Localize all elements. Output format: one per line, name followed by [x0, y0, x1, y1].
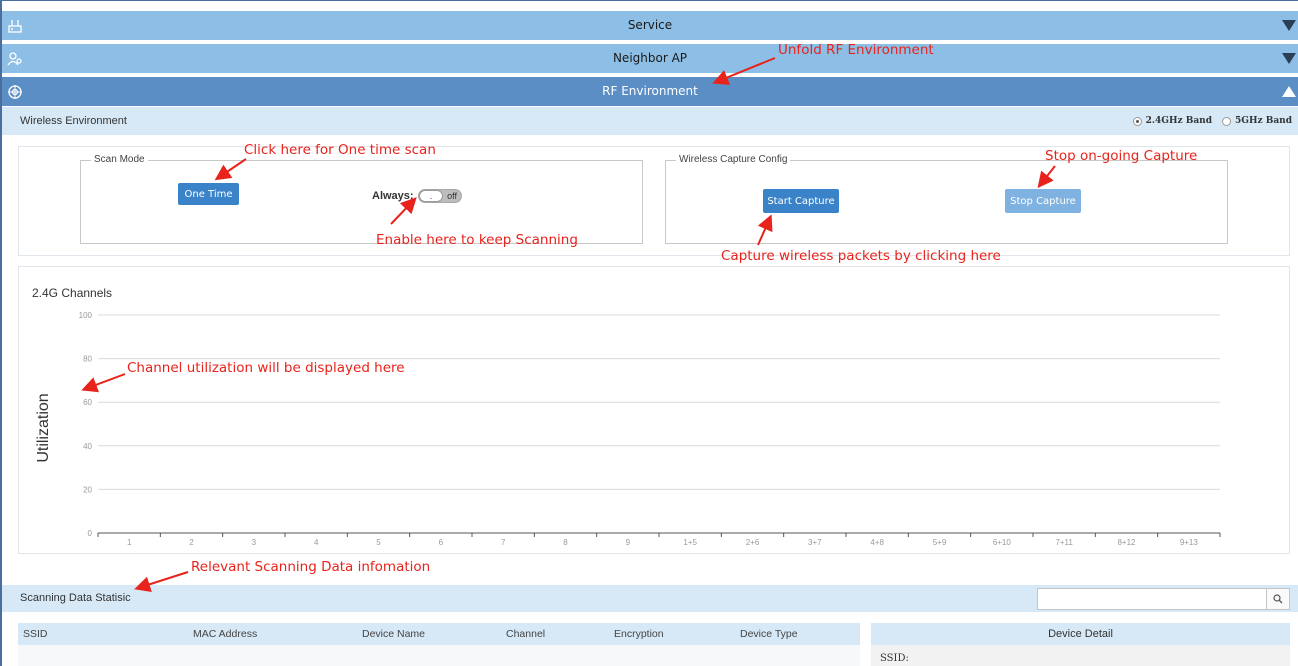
y-tick-label: 60	[83, 398, 92, 407]
scan-mode-legend: Scan Mode	[91, 154, 148, 165]
x-tick-label: 9+13	[1180, 538, 1199, 547]
scan-table-header: SSID MAC Address Device Name Channel Enc…	[18, 623, 860, 645]
band-5-radio[interactable]	[1222, 116, 1232, 126]
col-channel[interactable]: Channel	[506, 623, 545, 645]
toggle-state: off	[447, 191, 457, 201]
accordion-neighbor-ap[interactable]: Neighbor AP	[2, 44, 1298, 73]
device-detail-body: SSID:	[871, 645, 1290, 666]
x-tick-label: 2	[189, 538, 194, 547]
one-time-button[interactable]: One Time	[178, 183, 239, 205]
y-tick-label: 20	[83, 485, 92, 494]
col-device-type[interactable]: Device Type	[740, 623, 798, 645]
x-tick-label: 1+5	[683, 538, 697, 547]
band-24-radio[interactable]	[1132, 116, 1142, 126]
col-device-name[interactable]: Device Name	[362, 623, 425, 645]
device-detail-ssid: SSID:	[880, 653, 909, 664]
annotation-enable: Enable here to keep Scanning	[376, 232, 578, 248]
annotation-stop: Stop on-going Capture	[1045, 148, 1198, 164]
annotation-one-time: Click here for One time scan	[244, 142, 436, 158]
chevron-up-icon[interactable]	[1282, 86, 1296, 97]
x-tick-label: 5	[376, 538, 381, 547]
x-tick-label: 7	[501, 538, 506, 547]
x-tick-label: 2+6	[746, 538, 760, 547]
x-tick-label: 3	[252, 538, 257, 547]
col-ssid[interactable]: SSID	[23, 623, 48, 645]
capture-config-legend: Wireless Capture Config	[676, 154, 791, 165]
scanning-data-label: Scanning Data Statisic	[20, 592, 131, 604]
x-tick-label: 4	[314, 538, 319, 547]
y-tick-label: 0	[88, 529, 93, 538]
search-input[interactable]	[1038, 589, 1266, 609]
annotation-scanning: Relevant Scanning Data infomation	[191, 559, 431, 575]
chevron-down-icon[interactable]	[1282, 20, 1296, 31]
accordion-rf-environment-title: RF Environment	[602, 84, 698, 98]
annotation-unfold: Unfold RF Environment	[778, 42, 934, 58]
chevron-down-icon[interactable]	[1282, 53, 1296, 64]
start-capture-button[interactable]: Start Capture	[763, 189, 839, 213]
capture-config-fieldset: Wireless Capture Config	[665, 154, 1228, 244]
utilization-chart: 2.4G Channels Utilization 0 20 40 60 80 100 1 2 3 4…	[32, 286, 1221, 547]
chart-ylabel: Utilization	[35, 393, 52, 462]
x-tick-label: 1	[127, 538, 132, 547]
accordion-rf-environment[interactable]: RF Environment	[2, 77, 1298, 106]
search-button[interactable]	[1266, 588, 1290, 610]
chart-title: 2.4G Channels	[32, 286, 112, 300]
band-selector: 2.4GHz Band 5GHz Band	[1132, 107, 1292, 135]
wireless-environment-label: Wireless Environment	[20, 115, 127, 127]
search-icon	[1273, 594, 1283, 604]
accordion-service-title: Service	[627, 18, 673, 32]
x-tick-label: 7+11	[1055, 538, 1073, 547]
col-mac-address[interactable]: MAC Address	[193, 623, 257, 645]
x-tick-label: 9	[626, 538, 631, 547]
band-24-label: 2.4GHz Band	[1145, 116, 1213, 126]
y-tick-label: 100	[79, 311, 93, 320]
accordion-service[interactable]: Service	[2, 11, 1298, 40]
x-tick-label: 5+9	[933, 538, 947, 547]
band-5-label: 5GHz Band	[1235, 116, 1292, 126]
wireless-environment-header: Wireless Environment 2.4GHz Band 5GHz Ba…	[2, 107, 1298, 135]
col-encryption[interactable]: Encryption	[614, 623, 664, 645]
y-tick-label: 80	[83, 355, 92, 364]
x-tick-label: 4+8	[870, 538, 884, 547]
x-tick-label: 3+7	[808, 538, 822, 547]
device-detail-header: Device Detail	[871, 623, 1290, 645]
always-label: Always:	[372, 190, 414, 202]
x-tick-label: 8	[563, 538, 568, 547]
toggle-knob: .	[419, 190, 443, 202]
x-tick-label: 8+12	[1117, 538, 1136, 547]
search-box[interactable]	[1037, 588, 1267, 610]
accordion-neighbor-ap-title: Neighbor AP	[612, 51, 688, 65]
x-tick-label: 6+10	[993, 538, 1012, 547]
annotation-capture: Capture wireless packets by clicking her…	[721, 248, 1001, 264]
y-tick-label: 40	[83, 442, 92, 451]
annotation-utilization: Channel utilization will be displayed he…	[127, 360, 405, 376]
x-tick-label: 6	[439, 538, 444, 547]
always-toggle[interactable]: . off	[418, 189, 462, 203]
stop-capture-button[interactable]: Stop Capture	[1005, 189, 1081, 213]
scan-table-body	[18, 645, 860, 666]
